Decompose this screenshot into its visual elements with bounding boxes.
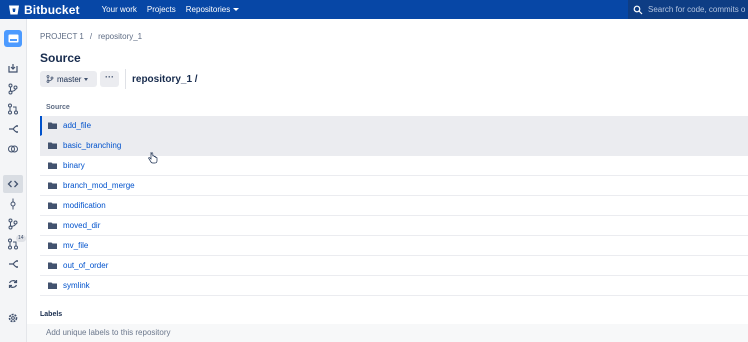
file-row[interactable]: branch_mod_merge [40,176,748,196]
file-name[interactable]: add_file [63,121,91,130]
clone-icon[interactable] [6,62,20,76]
folder-icon [48,262,57,269]
breadcrumb-separator: / [89,32,93,41]
file-row[interactable]: modification [40,196,748,216]
file-list: add_file basic_branching binary branch_m… [40,116,748,296]
folder-icon [48,142,57,149]
top-navigation: Bitbucket Your work Projects Repositorie… [0,0,748,19]
folder-icon [48,182,57,189]
nav-repositories-label: Repositories [185,5,231,14]
file-row[interactable]: moved_dir [40,216,748,236]
file-row[interactable]: binary [40,156,748,176]
folder-icon [48,202,57,209]
nav-repositories[interactable]: Repositories [185,0,240,19]
folder-icon [48,282,57,289]
folder-icon [48,222,57,229]
search-placeholder: Search for code, commits o [648,5,746,14]
pull-request-icon[interactable] [6,102,20,116]
more-actions-button[interactable]: ··· [100,71,119,87]
nav-projects[interactable]: Projects [147,0,176,19]
file-name[interactable]: out_of_order [63,261,108,270]
search-icon [633,5,643,14]
branch-name: master [57,74,82,84]
file-name[interactable]: branch_mod_merge [63,181,135,190]
search-input[interactable]: Search for code, commits o [628,0,748,19]
repo-icon [8,34,18,43]
file-name[interactable]: binary [63,161,85,170]
main-content: PROJECT 1 / repository_1 Source master ·… [27,19,748,342]
branch-icon [46,75,54,83]
file-row[interactable]: basic_branching [40,136,748,156]
brand-name: Bitbucket [24,2,80,17]
divider [125,69,126,89]
source-code-icon[interactable] [3,175,23,193]
breadcrumb-repository[interactable]: repository_1 [98,32,142,41]
folder-icon [48,162,57,169]
compare-icon[interactable] [6,142,20,156]
nav-links: Your work Projects Repositories [102,0,250,19]
breadcrumb-project[interactable]: PROJECT 1 [40,32,84,41]
bitbucket-logo[interactable]: Bitbucket [8,0,80,19]
commits-icon[interactable] [6,197,20,211]
chevron-down-icon [233,8,240,11]
file-row[interactable]: out_of_order [40,256,748,276]
page-title: Source [40,51,81,65]
file-name[interactable]: mv_file [63,241,88,250]
labels-heading: Labels [40,311,63,318]
branch-selector[interactable]: master [40,71,97,87]
repository-avatar[interactable] [4,30,22,47]
folder-icon [48,122,57,129]
file-name[interactable]: modification [63,201,106,210]
add-labels-link[interactable]: Add unique labels to this repository [46,328,171,337]
file-row[interactable]: mv_file [40,236,748,256]
file-name[interactable]: basic_branching [63,141,121,150]
file-name[interactable]: symlink [63,281,90,290]
pull-request-count-badge: 14 [16,235,26,242]
sync-icon[interactable] [6,277,20,291]
chevron-down-icon [84,77,89,81]
fork-icon[interactable] [6,122,20,136]
forks-icon[interactable] [6,257,20,271]
folder-icon [48,242,57,249]
breadcrumb: PROJECT 1 / repository_1 [40,32,142,41]
sidebar: 14 [0,19,27,342]
hand-cursor-icon [148,152,158,164]
file-name[interactable]: moved_dir [63,221,100,230]
nav-your-work[interactable]: Your work [102,0,137,19]
settings-gear-icon[interactable] [6,311,20,325]
branches-icon[interactable] [6,217,20,231]
current-path: repository_1 / [132,74,198,85]
file-row[interactable]: add_file [40,116,748,136]
branch-icon[interactable] [6,82,20,96]
source-column-header: Source [46,104,70,111]
file-row[interactable]: symlink [40,276,748,296]
bitbucket-logo-icon [9,5,19,14]
